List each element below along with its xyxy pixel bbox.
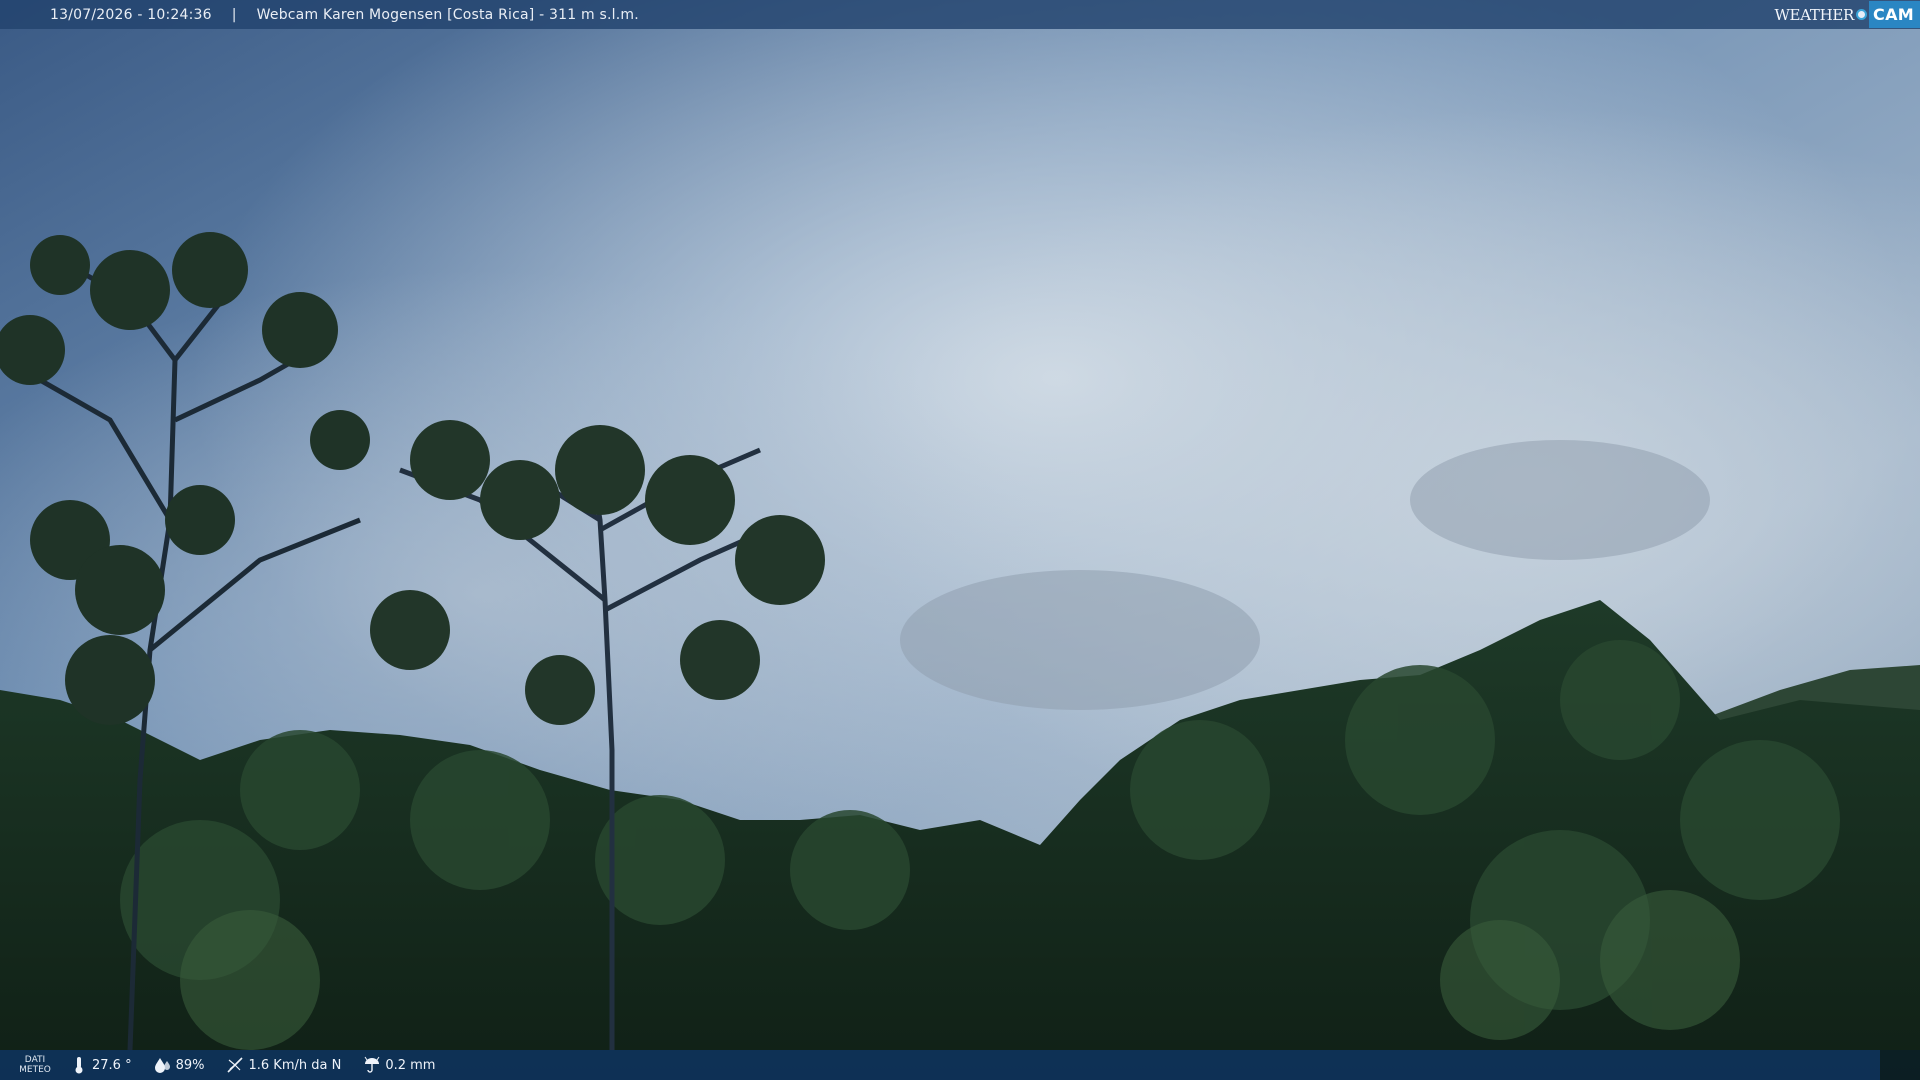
webcam-title: Webcam Karen Mogensen [Costa Rica] - 311…: [256, 6, 639, 23]
logo-text-weather: WEATHER: [1774, 5, 1855, 24]
timestamp: 13/07/2026 - 10:24:36: [50, 6, 212, 23]
thermometer-icon: [70, 1056, 88, 1074]
logo-text-cam: CAM: [1869, 1, 1920, 28]
temperature-reading: 27.6 °: [70, 1056, 132, 1074]
wind-reading: 1.6 Km/h da N: [226, 1056, 341, 1074]
logo-dot-icon: [1856, 9, 1868, 20]
rain-value: 0.2 mm: [385, 1057, 436, 1073]
meteo-label-line1: DATI: [24, 1055, 46, 1065]
wind-value: 1.6 Km/h da N: [248, 1057, 342, 1073]
webcam-frame: 13/07/2026 - 10:24:36 | Webcam Karen Mog…: [0, 0, 1920, 1080]
humidity-value: 89%: [175, 1057, 205, 1073]
meteo-label-line2: METEO: [19, 1065, 51, 1075]
rain-icon: [363, 1056, 381, 1074]
weather-data-bar: DATI METEO 27.6 ° 89% 1.6 Km/h da N 0.2 …: [0, 1050, 1880, 1080]
temperature-value: 27.6 °: [92, 1057, 132, 1073]
weathercam-logo: WEATHER CAM: [1774, 0, 1920, 29]
bottom-right-strip: [1880, 1050, 1920, 1080]
humidity-reading: 89%: [154, 1056, 205, 1074]
separator: |: [231, 6, 237, 23]
wind-icon: [226, 1056, 244, 1074]
rain-reading: 0.2 mm: [363, 1056, 435, 1074]
meteo-label: DATI METEO: [0, 1055, 70, 1075]
webcam-info-bar: 13/07/2026 - 10:24:36 | Webcam Karen Mog…: [0, 0, 1920, 29]
webcam-image: [0, 0, 1920, 1080]
humidity-drop-icon: [154, 1056, 172, 1074]
